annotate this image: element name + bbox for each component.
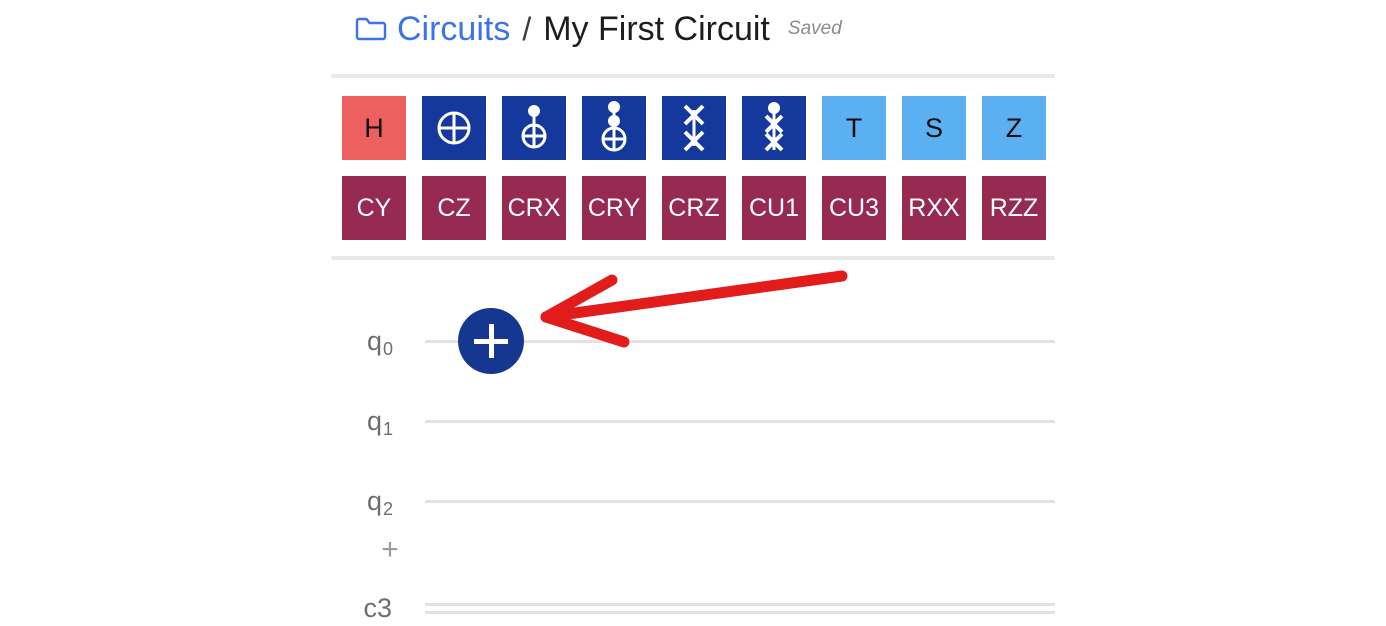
- register-label-c3: c3: [332, 595, 392, 625]
- classical-wire-c3-line1[interactable]: [425, 603, 1055, 606]
- plus-icon-vertical: [488, 324, 494, 358]
- classical-wire-c3-line2[interactable]: [425, 611, 1055, 614]
- register-label-q2: q2: [332, 486, 393, 520]
- add-qubit-button[interactable]: +: [378, 535, 402, 565]
- qubit-wire-q1[interactable]: [425, 420, 1055, 423]
- register-index: 1: [382, 419, 393, 439]
- register-index: 2: [382, 499, 393, 519]
- register-label-q0: q0: [332, 326, 393, 360]
- circuit-editor-page: Circuits / My First Circuit Saved H T S …: [0, 0, 1386, 626]
- register-index: 0: [382, 339, 393, 359]
- register-label-q1: q1: [332, 406, 393, 440]
- register-name: q: [366, 326, 382, 356]
- register-name: q: [366, 406, 382, 436]
- qubit-wire-q2[interactable]: [425, 500, 1055, 503]
- circuit-canvas: q0 q1 q2 + c3: [0, 0, 1386, 626]
- register-name: c3: [363, 593, 392, 623]
- add-gate-button[interactable]: [458, 308, 524, 374]
- register-name: q: [366, 486, 382, 516]
